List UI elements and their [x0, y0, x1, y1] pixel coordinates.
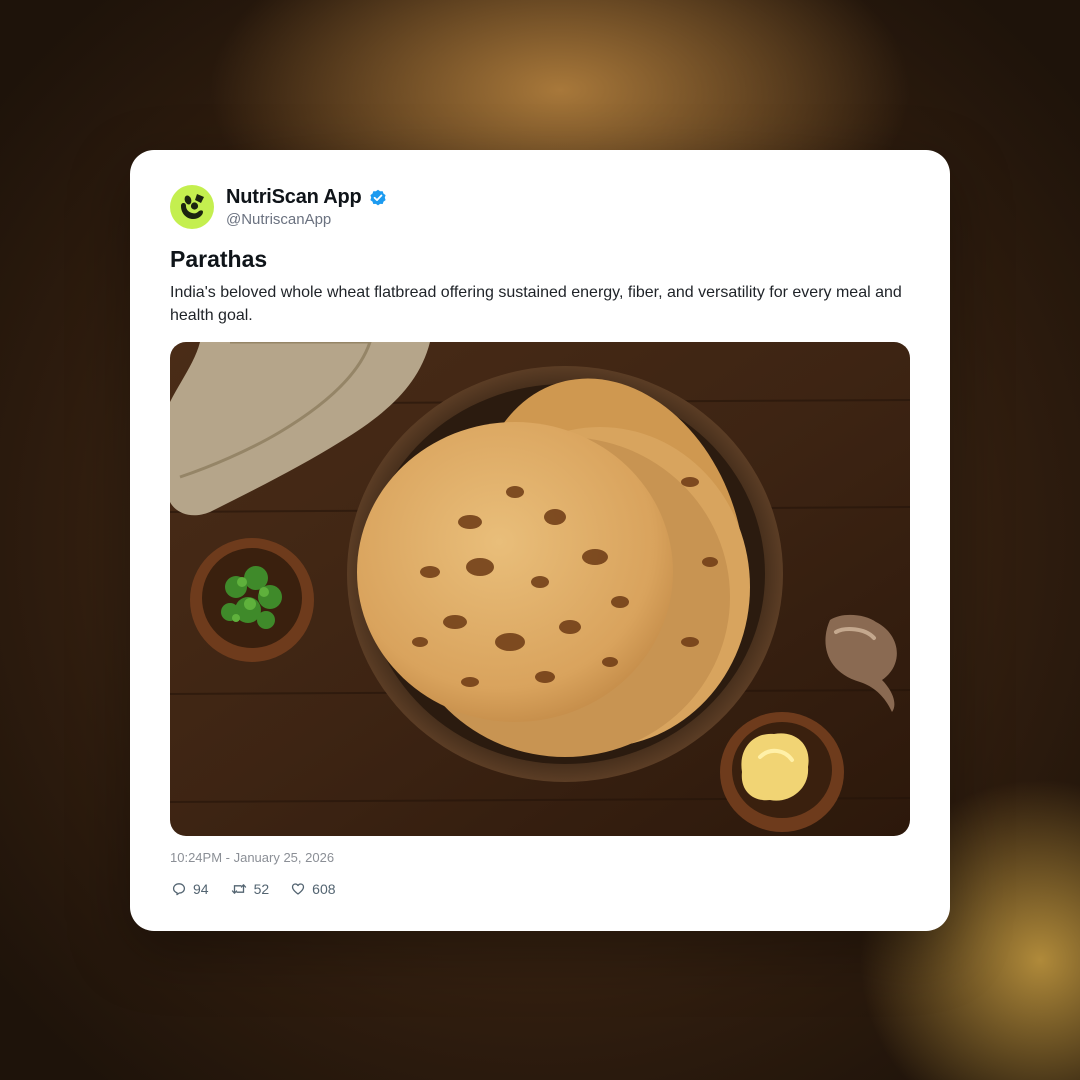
repost-count: 52: [253, 881, 270, 897]
post-title: Parathas: [170, 246, 268, 272]
post-description: India's beloved whole wheat flatbread of…: [170, 284, 902, 324]
nutriscan-logo-icon: [181, 194, 204, 219]
post-image[interactable]: [170, 342, 910, 836]
repost-button[interactable]: 52: [231, 881, 270, 897]
reply-count: 94: [193, 881, 209, 897]
repost-icon: [231, 884, 246, 894]
author-handle[interactable]: @NutriscanApp: [226, 211, 331, 228]
reply-button[interactable]: 94: [172, 881, 209, 897]
heart-icon: [292, 883, 305, 895]
like-button[interactable]: 608: [291, 881, 336, 897]
paratha-photo: [170, 342, 910, 836]
engagement-bar: 94 52 608: [172, 881, 358, 897]
avatar[interactable]: [170, 185, 214, 229]
author-row: NutriScan App: [226, 186, 387, 209]
like-count: 608: [312, 881, 336, 897]
post-card: NutriScan App @NutriscanApp Parathas Ind…: [130, 150, 950, 931]
verified-badge-icon: [369, 189, 386, 205]
post-timestamp[interactable]: 10:24PM - January 25, 2026: [170, 850, 334, 865]
author-name[interactable]: NutriScan App: [226, 186, 362, 209]
reply-icon: [172, 883, 186, 896]
